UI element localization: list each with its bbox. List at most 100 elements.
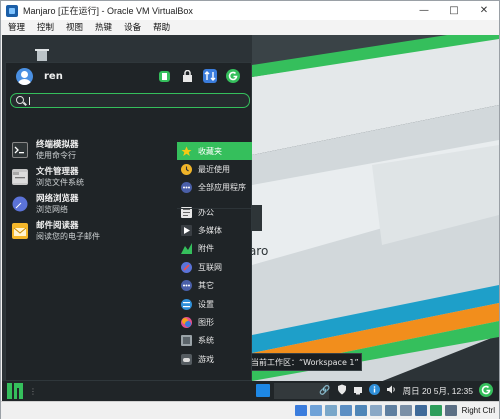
accessories-icon: [181, 243, 192, 255]
favorite-terminal[interactable]: 终端模拟器 使用命令行: [10, 139, 170, 166]
network-icon[interactable]: [353, 385, 363, 398]
menu-view[interactable]: 视图: [66, 21, 83, 33]
minimize-button[interactable]: —: [409, 1, 439, 20]
category-separator: [177, 208, 251, 209]
system-icon: [181, 335, 192, 347]
info-icon[interactable]: [368, 384, 380, 398]
category-system[interactable]: 系统: [177, 332, 252, 350]
software-center-icon[interactable]: [156, 68, 172, 84]
user-avatar[interactable]: [16, 67, 33, 85]
manjaro-menu-button[interactable]: [7, 383, 23, 399]
title-bar[interactable]: Manjaro [正在运行] - Oracle VM VirtualBox — …: [1, 1, 499, 20]
menu-help[interactable]: 帮助: [153, 21, 170, 33]
web-browser-icon: [12, 196, 28, 212]
other-icon: [181, 280, 192, 292]
category-recent[interactable]: 最近使用: [177, 160, 252, 178]
internet-icon: [181, 261, 192, 273]
category-multimedia[interactable]: 多媒体: [177, 222, 252, 240]
mail-reader-icon: [12, 223, 28, 239]
category-accessories[interactable]: 附件: [177, 240, 252, 258]
multimedia-icon: [181, 225, 192, 237]
menu-hotkeys[interactable]: 热键: [95, 21, 112, 33]
cpu-icon[interactable]: [414, 405, 427, 416]
favorite-desc: 浏览文件系统: [36, 178, 84, 187]
category-label: 设置: [198, 299, 214, 309]
workspace-1-button[interactable]: [256, 384, 270, 397]
category-office[interactable]: 办公: [177, 203, 252, 221]
application-menu: ren 终端模拟器 使用命令行 文件管理器 浏览文件系统 网络浏览器 浏览网络 …: [5, 62, 252, 381]
menu-control[interactable]: 控制: [37, 21, 54, 33]
menu-bar: 管理 控制 视图 热键 设备 帮助: [1, 20, 499, 34]
switch-user-icon[interactable]: [202, 68, 218, 84]
shield-icon[interactable]: [337, 384, 347, 398]
category-list: 收藏夹 最近使用 全部应用程序 办公 多媒体 附件 互联网 其它 设置 图形 系…: [177, 142, 252, 369]
category-label: 收藏夹: [198, 146, 222, 156]
category-label: 最近使用: [198, 164, 230, 174]
text-caret: [29, 97, 30, 105]
search-icon: [16, 96, 24, 104]
clock[interactable]: 周日 20 5月, 12:35: [403, 385, 473, 397]
audio-icon[interactable]: [324, 405, 337, 416]
category-graphics[interactable]: 图形: [177, 313, 252, 331]
mouse-integration-icon[interactable]: [429, 405, 442, 416]
category-games[interactable]: 游戏: [177, 350, 252, 368]
favorite-name: 文件管理器: [36, 167, 79, 177]
attachment-icon[interactable]: 🔗: [319, 386, 330, 396]
graphics-icon: [181, 316, 192, 328]
lock-icon[interactable]: [179, 68, 195, 84]
category-settings[interactable]: 设置: [177, 295, 252, 313]
maximize-button[interactable]: □: [439, 1, 469, 20]
volume-icon[interactable]: [386, 384, 397, 398]
hard-disk-icon[interactable]: [294, 405, 307, 416]
games-icon: [181, 353, 192, 365]
trash-icon[interactable]: [34, 49, 50, 61]
vbox-status-bar: Right Ctrl: [1, 401, 499, 419]
logout-icon[interactable]: [225, 68, 241, 84]
username: ren: [44, 70, 63, 82]
favorite-mail-reader[interactable]: 邮件阅读器 阅读您的电子邮件: [10, 220, 170, 247]
menu-header: ren: [6, 63, 251, 89]
favorite-desc: 浏览网络: [36, 205, 68, 214]
display-icon[interactable]: [384, 405, 397, 416]
category-other[interactable]: 其它: [177, 277, 252, 295]
recording-icon[interactable]: [399, 405, 412, 416]
shared-folders-icon[interactable]: [369, 405, 382, 416]
file-manager-icon: [12, 169, 28, 185]
category-favorites[interactable]: 收藏夹: [177, 142, 252, 161]
close-button[interactable]: ✕: [469, 1, 499, 20]
favorite-file-manager[interactable]: 文件管理器 浏览文件系统: [10, 166, 170, 193]
vm-display[interactable]: njaro 当前工作区：“Workspace 1” ren 终端模拟器 使用命令…: [2, 35, 499, 401]
search-box[interactable]: [10, 93, 250, 108]
favorite-name: 网络浏览器: [36, 194, 79, 204]
category-label: 多媒体: [198, 226, 222, 236]
window-title: Manjaro [正在运行] - Oracle VM VirtualBox: [23, 6, 193, 16]
star-icon: [181, 146, 192, 157]
power-icon[interactable]: [479, 382, 493, 400]
category-label: 其它: [198, 281, 214, 291]
network-adapter-icon[interactable]: [339, 405, 352, 416]
category-label: 全部应用程序: [198, 183, 246, 193]
clock-icon: [181, 163, 192, 175]
category-internet[interactable]: 互联网: [177, 258, 252, 276]
usb-icon[interactable]: [354, 405, 367, 416]
category-label: 图形: [198, 317, 214, 327]
search-input[interactable]: [29, 95, 244, 106]
dots-icon: [181, 182, 192, 194]
virtualbox-window: Manjaro [正在运行] - Oracle VM VirtualBox — …: [0, 0, 500, 419]
favorite-name: 邮件阅读器: [36, 221, 79, 231]
optical-drive-icon[interactable]: [309, 405, 322, 416]
category-label: 系统: [198, 336, 214, 346]
settings-icon: [181, 298, 192, 310]
favorite-web-browser[interactable]: 网络浏览器 浏览网络: [10, 193, 170, 220]
category-label: 附件: [198, 244, 214, 254]
favorites-list: 终端模拟器 使用命令行 文件管理器 浏览文件系统 网络浏览器 浏览网络 邮件阅读…: [10, 139, 170, 247]
favorite-desc: 阅读您的电子邮件: [36, 232, 100, 241]
favorite-name: 终端模拟器: [36, 140, 79, 150]
favorite-desc: 使用命令行: [36, 151, 76, 160]
menu-devices[interactable]: 设备: [124, 21, 141, 33]
category-all-apps[interactable]: 全部应用程序: [177, 179, 252, 197]
menu-manage[interactable]: 管理: [8, 21, 25, 33]
panel-handle[interactable]: ⋮: [29, 387, 37, 396]
keyboard-icon[interactable]: [444, 405, 457, 416]
host-key-label: Right Ctrl: [461, 406, 495, 415]
